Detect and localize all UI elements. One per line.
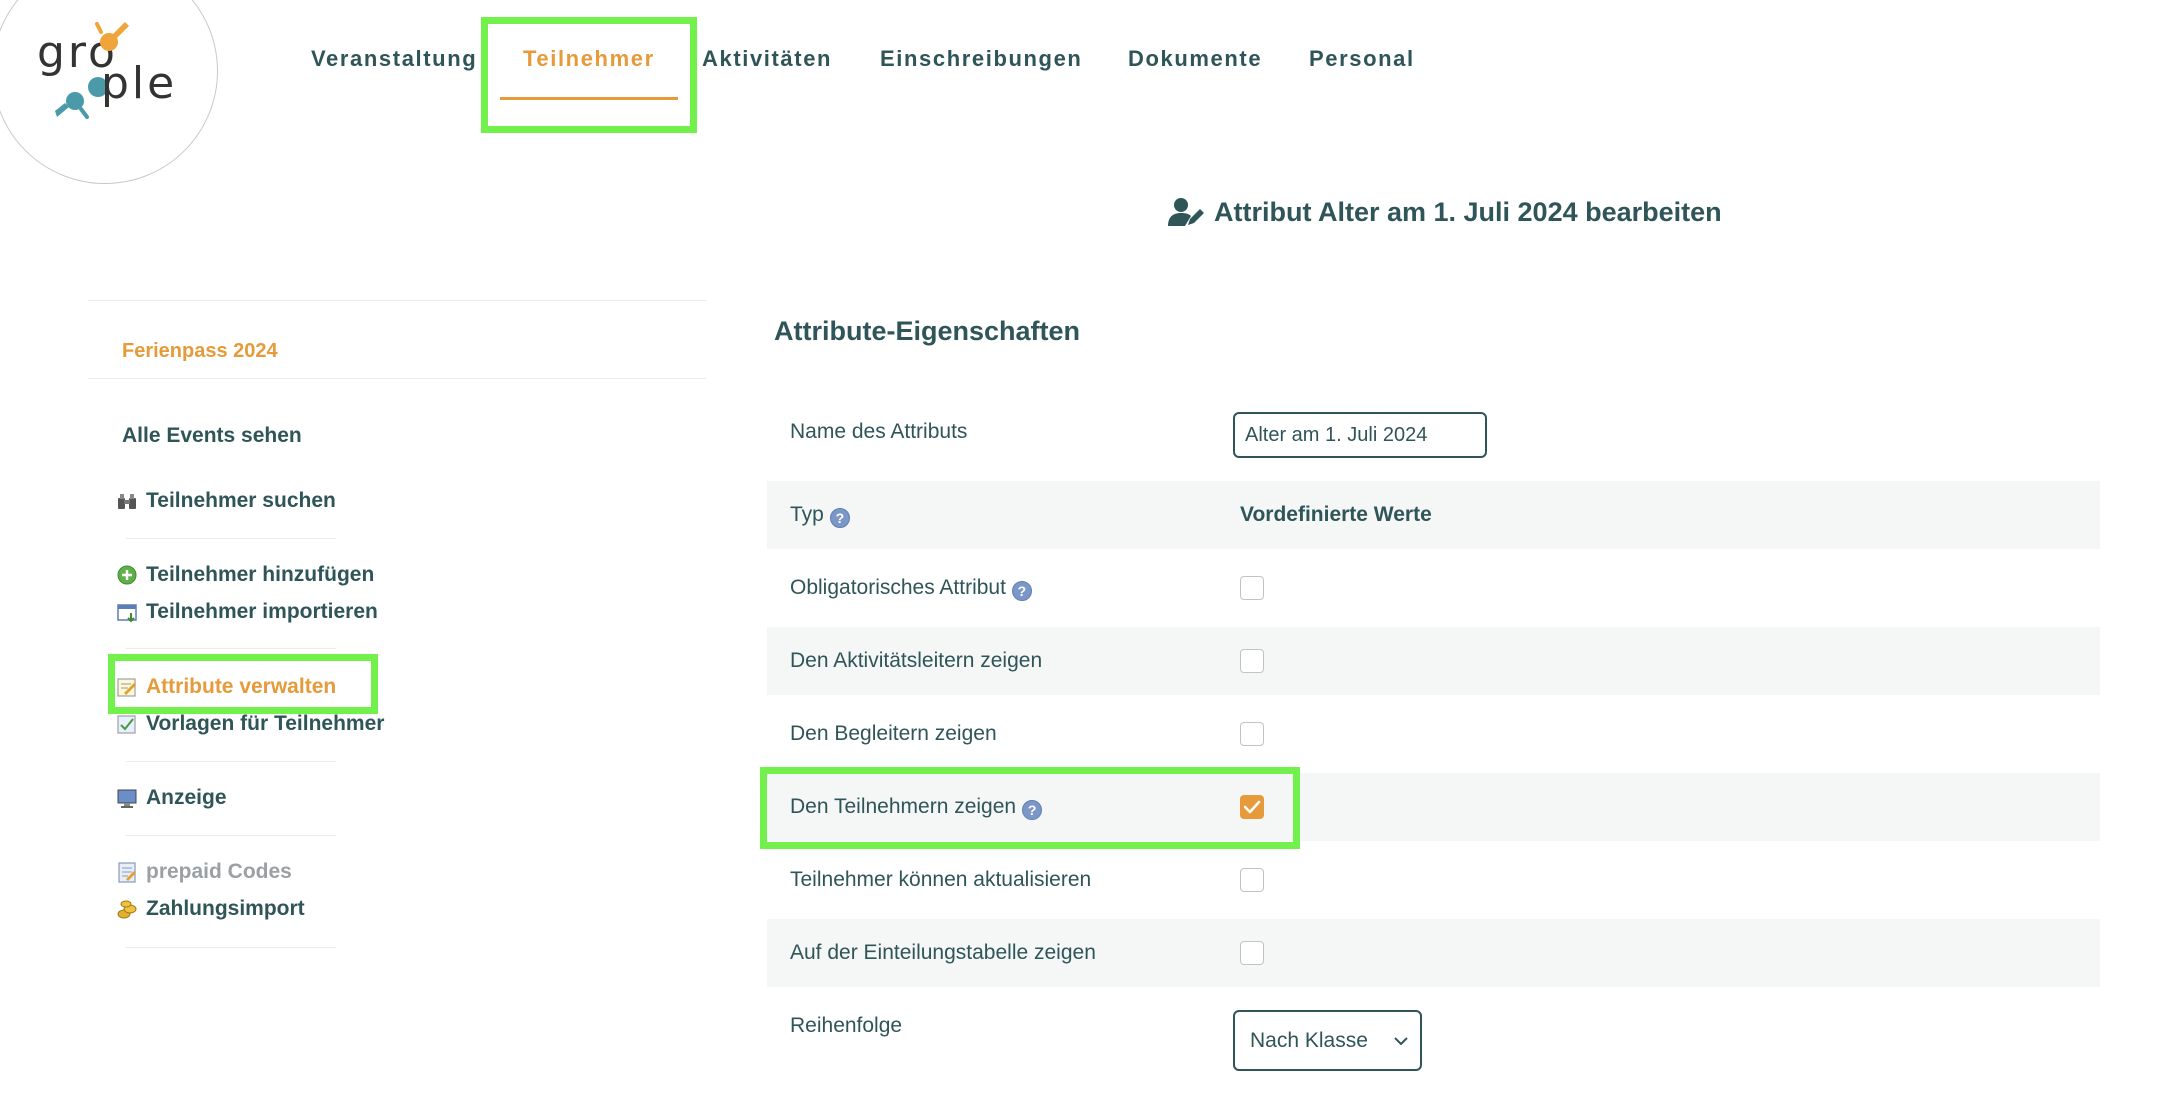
checkbox-wrap [1240,700,1264,768]
attribute-name-input[interactable] [1233,412,1487,458]
reihenfolge-label: Reihenfolge [790,1014,903,1037]
sidebar-all-events-link[interactable]: Alle Events sehen [122,424,302,448]
checkbox-wrap [1240,554,1264,622]
sidebar-item-zahlungsimport[interactable]: Zahlungsimport [117,897,305,921]
name-label: Name des Attributs [790,420,968,443]
teilnehmer-aktualisieren-checkbox[interactable] [1240,868,1264,892]
begleiter-label: Den Begleitern zeigen [790,722,997,745]
tab-aktivitaeten[interactable]: Aktivitäten [702,46,832,72]
tab-veranstaltung[interactable]: Veranstaltung [311,46,477,72]
sidebar-divider [126,947,336,948]
einteilungstabelle-checkbox[interactable] [1240,941,1264,965]
section-title: Attribute-Eigenschaften [774,316,1081,346]
row-aktivitaetsleiter: Den Aktivitätsleitern zeigen [767,627,2100,695]
sidebar-item-label: prepaid Codes [146,860,292,883]
page-title-text: Attribut Alter am 1. Juli 2024 bearbeite… [1214,196,1722,227]
binoculars-icon [118,494,136,509]
teilnehmer-zeigen-checkbox[interactable] [1240,795,1264,819]
edit-note-icon [117,678,136,697]
obligatorisch-checkbox[interactable] [1240,576,1264,600]
checkbox-wrap [1240,773,1264,841]
aktivitaetsleiter-checkbox[interactable] [1240,649,1264,673]
sidebar-item-label: Teilnehmer hinzufügen [146,563,375,586]
help-icon[interactable]: ? [1011,581,1032,601]
obligatorisch-label: Obligatorisches Attribut [790,576,1006,599]
sidebar-divider [126,835,336,836]
sidebar-event-name[interactable]: Ferienpass 2024 [122,340,278,363]
sidebar-item-teilnehmer-hinzufuegen[interactable]: Teilnehmer hinzufügen [117,563,375,587]
sidebar-divider [126,648,336,649]
user-edit-icon [1168,198,1204,226]
sidebar-item-label: Teilnehmer suchen [146,489,336,512]
sidebar-item-prepaid-codes[interactable]: prepaid Codes [118,860,292,884]
row-label-wrap: Obligatorisches Attribut ? [790,554,1032,622]
row-obligatorisch: Obligatorisches Attribut ? [767,554,2100,622]
type-value-wrap: Vordefinierte Werte [1240,481,1432,549]
monitor-icon [117,789,137,808]
sidebar-item-attribute-verwalten[interactable]: Attribute verwalten [117,675,337,699]
sidebar-item-anzeige[interactable]: Anzeige [117,786,227,810]
help-icon[interactable]: ? [1022,800,1043,820]
template-icon [117,715,136,734]
chevron-down-icon [1394,1037,1408,1046]
tab-personal[interactable]: Personal [1309,46,1415,72]
sidebar-item-label: Zahlungsimport [146,897,305,920]
row-begleiter: Den Begleitern zeigen [767,700,2100,768]
sidebar-item-label: Teilnehmer importieren [146,600,378,623]
sidebar-divider [126,538,336,539]
top-navigation: Veranstaltung Teilnehmer Aktivitäten Ein… [0,0,2170,130]
row-reihenfolge: Reihenfolge [767,992,2100,1060]
row-teilnehmer-aktualisieren: Teilnehmer können aktualisieren [767,846,2100,914]
reihenfolge-select-value: Nach Klasse [1250,1028,1368,1052]
page-title: Attribut Alter am 1. Juli 2024 bearbeite… [1168,194,1722,230]
checkbox-wrap [1240,846,1264,914]
sidebar-item-teilnehmer-importieren[interactable]: Teilnehmer importieren [117,600,378,624]
teilnehmer-aktualisieren-label: Teilnehmer können aktualisieren [790,868,1092,891]
row-einteilungstabelle: Auf der Einteilungstabelle zeigen [767,919,2100,987]
tab-teilnehmer[interactable]: Teilnehmer [523,46,655,72]
coins-icon [117,900,137,919]
sidebar-item-label: Anzeige [146,786,227,809]
aktivitaetsleiter-label: Den Aktivitätsleitern zeigen [790,649,1043,672]
checkbox-wrap [1240,919,1264,987]
sidebar-item-vorlagen-fuer-teilnehmer[interactable]: Vorlagen für Teilnehmer [117,712,385,736]
sidebar-item-label: Vorlagen für Teilnehmer [146,712,385,735]
sidebar-divider [88,300,706,301]
sidebar-item-label: Attribute verwalten [146,675,337,698]
sidebar-divider [126,761,336,762]
row-label-wrap: Den Teilnehmern zeigen ? [790,773,1043,841]
sidebar-divider [88,378,706,379]
begleiter-checkbox[interactable] [1240,722,1264,746]
tab-dokumente[interactable]: Dokumente [1128,46,1262,72]
notepad-icon [118,862,136,883]
type-label-wrap: Typ ? [790,481,850,549]
checkmark-icon [1243,800,1261,814]
type-label: Typ [790,503,824,526]
tab-einschreibungen[interactable]: Einschreibungen [880,46,1082,72]
type-value: Vordefinierte Werte [1240,503,1432,526]
import-icon [117,604,137,623]
teilnehmer-zeigen-label: Den Teilnehmern zeigen [790,795,1017,818]
reihenfolge-select[interactable]: Nach Klasse [1233,1010,1422,1071]
row-teilnehmer-zeigen: Den Teilnehmern zeigen ? [767,773,2100,841]
sidebar-item-teilnehmer-suchen[interactable]: Teilnehmer suchen [118,489,336,513]
add-circle-icon [117,565,137,585]
row-type: Typ ? Vordefinierte Werte [767,481,2100,549]
active-tab-underline [500,97,678,100]
help-icon[interactable]: ? [829,508,850,528]
checkbox-wrap [1240,627,1264,695]
einteilungstabelle-label: Auf der Einteilungstabelle zeigen [790,941,1096,964]
